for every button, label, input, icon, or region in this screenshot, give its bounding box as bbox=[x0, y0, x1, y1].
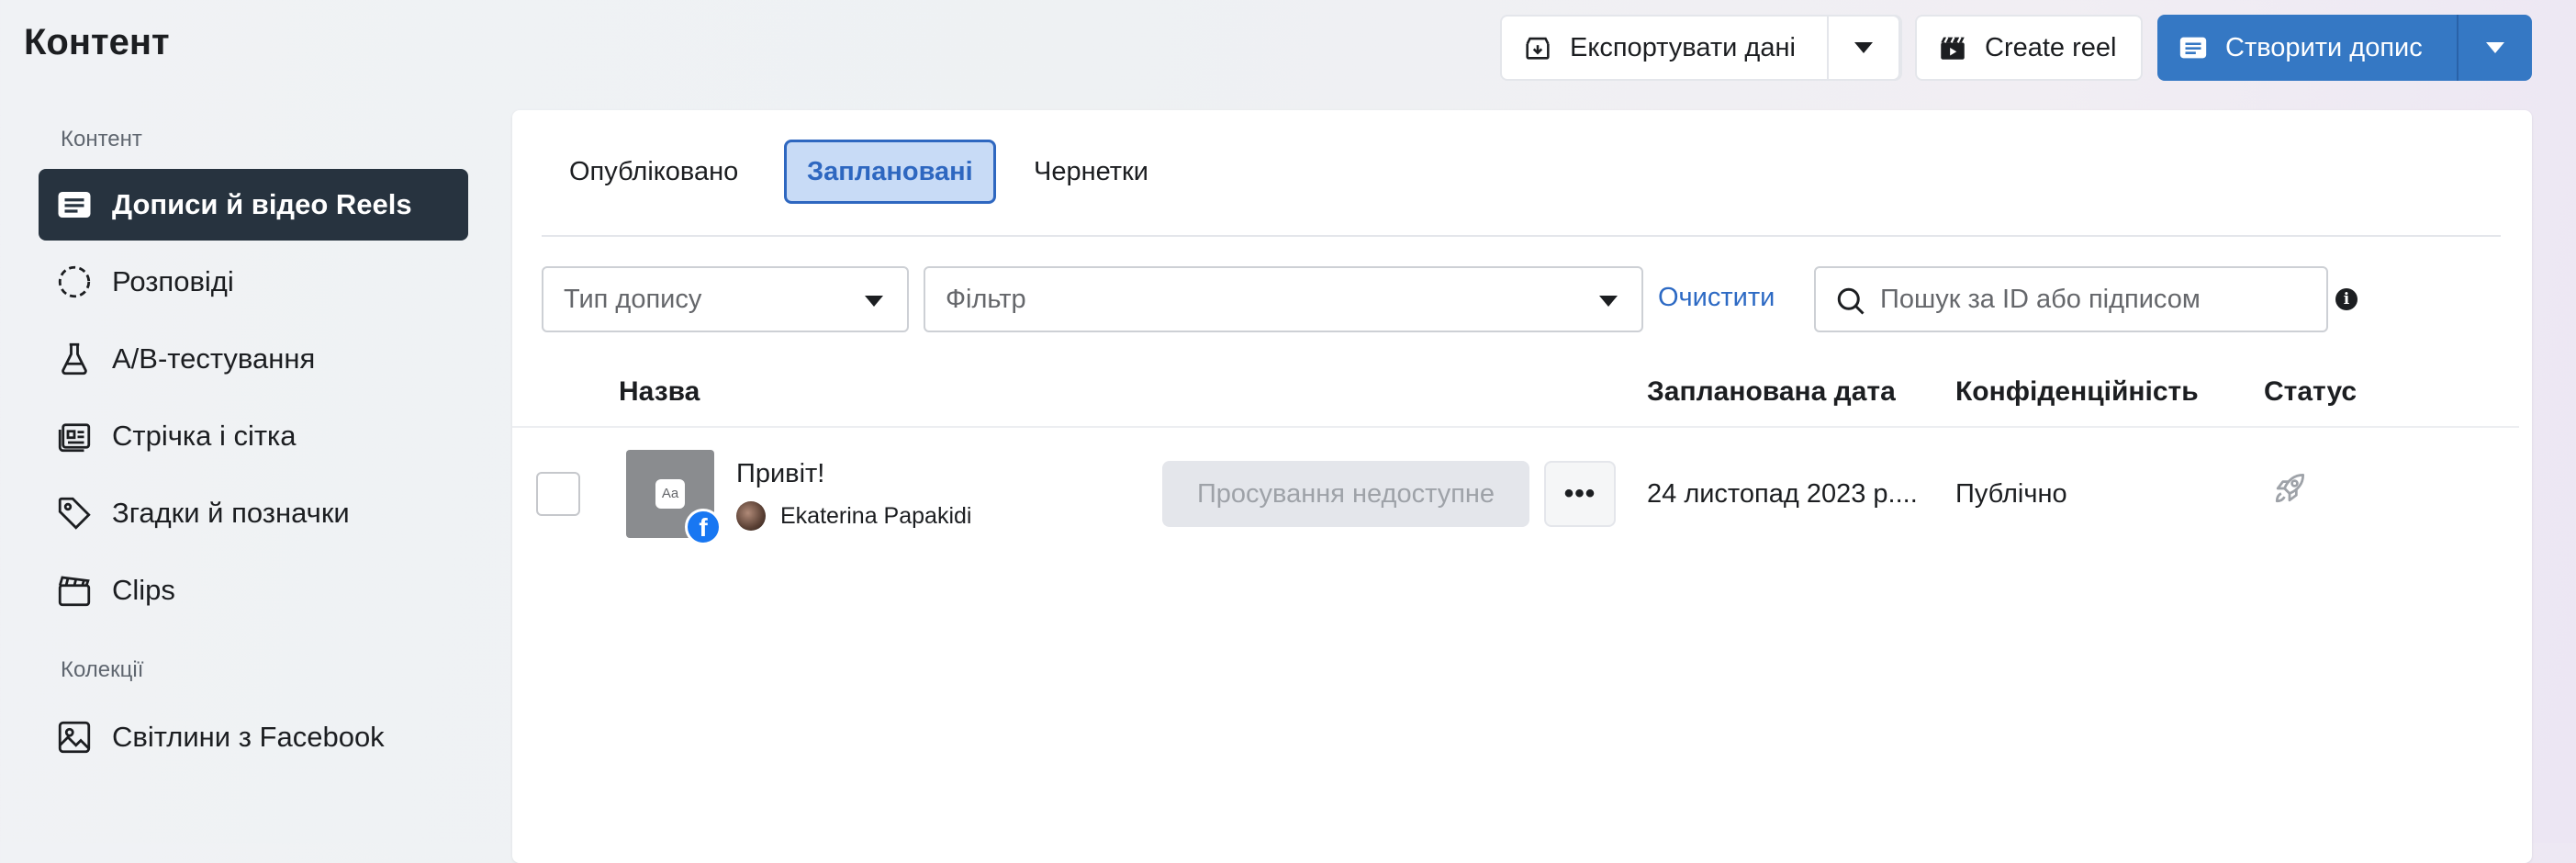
chevron-down-icon bbox=[1599, 296, 1618, 307]
post-type-select[interactable]: Тип допису bbox=[542, 266, 909, 332]
header-divider bbox=[512, 426, 2519, 428]
text-post-icon: Aa bbox=[655, 479, 685, 509]
clapperboard-icon bbox=[1937, 32, 1968, 63]
tabs-divider bbox=[542, 235, 2501, 237]
sidebar-item-clips[interactable]: Clips bbox=[39, 555, 468, 626]
post-title[interactable]: Привіт! bbox=[736, 459, 824, 489]
clear-filters-link[interactable]: Очистити bbox=[1658, 283, 1775, 313]
photo-icon bbox=[55, 718, 94, 757]
sidebar-item-label: Розповіді bbox=[112, 265, 234, 297]
chevron-down-icon bbox=[2486, 42, 2504, 53]
post-type-placeholder: Тип допису bbox=[564, 284, 702, 314]
tab-label: Опубліковано bbox=[569, 156, 739, 186]
tab-published[interactable]: Опубліковано bbox=[549, 140, 758, 204]
sidebar-item-label: Дописи й відео Reels bbox=[112, 188, 412, 220]
tab-label: Чернетки bbox=[1034, 156, 1148, 186]
facebook-icon: f bbox=[685, 509, 722, 545]
sidebar-item-label: Стрічка і сітка bbox=[112, 420, 297, 452]
sidebar-section-collections: Колекції bbox=[61, 657, 144, 682]
more-options-button[interactable]: ••• bbox=[1544, 461, 1616, 527]
sidebar-item-feed-grid[interactable]: Стрічка і сітка bbox=[39, 400, 468, 472]
privacy-cell: Публічно bbox=[1955, 479, 2067, 509]
create-post-dropdown-button[interactable] bbox=[2458, 15, 2532, 81]
sidebar-item-label: Світлини з Facebook bbox=[112, 721, 385, 753]
filter-select[interactable]: Фільтр bbox=[924, 266, 1643, 332]
scheduled-date-cell: 24 листопад 2023 р.... bbox=[1647, 479, 1918, 509]
boost-label: Просування недоступне bbox=[1196, 478, 1495, 509]
create-reel-label: Create reel bbox=[1985, 32, 2117, 62]
chevron-down-icon bbox=[1854, 42, 1873, 53]
flask-icon bbox=[55, 340, 94, 378]
sidebar-item-label: A/B-тестування bbox=[112, 342, 316, 375]
tab-label: Заплановані bbox=[807, 156, 973, 186]
posts-icon bbox=[55, 185, 94, 224]
search-icon bbox=[1834, 285, 1867, 325]
rocket-icon bbox=[2269, 468, 2310, 513]
row-checkbox[interactable] bbox=[536, 472, 580, 516]
sidebar-item-label: Clips bbox=[112, 574, 175, 606]
info-icon[interactable]: i bbox=[2335, 288, 2358, 310]
sidebar-item-posts-reels[interactable]: Дописи й відео Reels bbox=[39, 169, 468, 241]
clapperboard-icon bbox=[55, 571, 94, 610]
create-post-label: Створити допис bbox=[2225, 32, 2423, 62]
sidebar-item-stories[interactable]: Розповіді bbox=[39, 246, 468, 318]
more-icon: ••• bbox=[1563, 478, 1596, 509]
sidebar-item-label: Згадки й позначки bbox=[112, 497, 350, 529]
column-header-status[interactable]: Статус bbox=[2264, 376, 2357, 408]
tab-scheduled[interactable]: Заплановані bbox=[784, 140, 996, 204]
column-header-privacy[interactable]: Конфіденційність bbox=[1955, 376, 2199, 408]
tag-icon bbox=[55, 494, 94, 532]
create-post-button[interactable]: Створити допис bbox=[2157, 15, 2457, 81]
column-header-scheduled-date[interactable]: Запланована дата bbox=[1647, 376, 1896, 408]
export-data-label: Експортувати дані bbox=[1570, 32, 1796, 62]
avatar bbox=[736, 501, 766, 531]
search-input[interactable]: Пошук за ID або підписом bbox=[1814, 266, 2328, 332]
create-reel-button[interactable]: Create reel bbox=[1915, 15, 2143, 81]
stories-icon bbox=[55, 263, 94, 301]
sidebar-item-facebook-photos[interactable]: Світлини з Facebook bbox=[39, 701, 468, 773]
author-name: Ekaterina Papakidi bbox=[780, 503, 972, 529]
column-header-name[interactable]: Назва bbox=[619, 376, 700, 408]
filter-placeholder: Фільтр bbox=[946, 284, 1026, 314]
sidebar-section-content: Контент bbox=[61, 127, 142, 151]
chevron-down-icon bbox=[865, 296, 883, 307]
sidebar-item-mentions-tags[interactable]: Згадки й позначки bbox=[39, 477, 468, 549]
search-placeholder: Пошук за ID або підписом bbox=[1880, 284, 2201, 314]
export-dropdown-button[interactable] bbox=[1829, 15, 1900, 81]
post-icon bbox=[2178, 32, 2209, 63]
page-title: Контент bbox=[24, 22, 170, 62]
tab-drafts[interactable]: Чернетки bbox=[1014, 140, 1169, 204]
feed-grid-icon bbox=[55, 417, 94, 455]
boost-unavailable-button[interactable]: Просування недоступне bbox=[1162, 461, 1529, 527]
download-icon bbox=[1522, 32, 1553, 63]
sidebar-item-ab-testing[interactable]: A/B-тестування bbox=[39, 323, 468, 395]
